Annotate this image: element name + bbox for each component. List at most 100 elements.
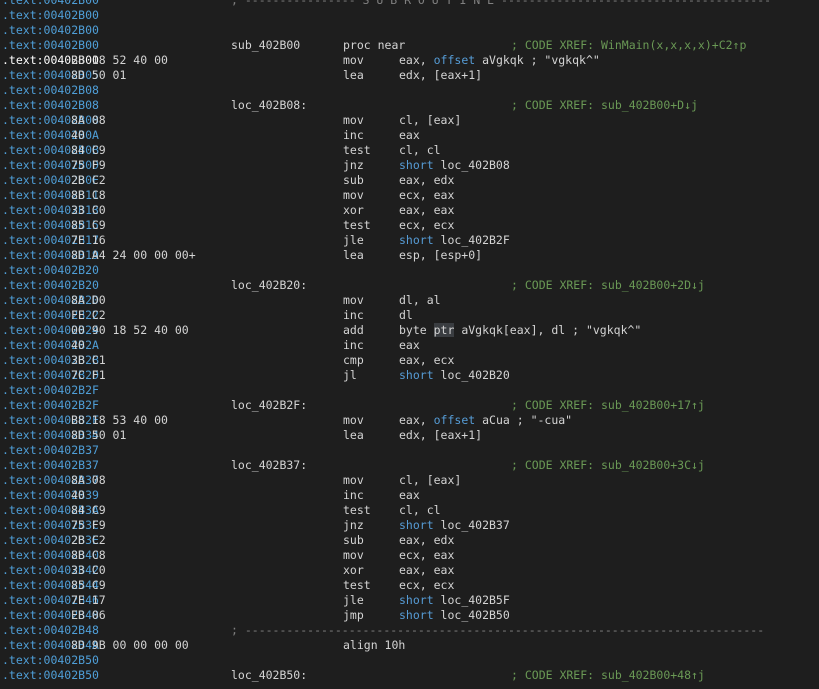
listing-line[interactable]: .text:00402B0D 75 F9 jnz short loc_402B08 (0, 158, 819, 173)
operand-keyword[interactable]: offset (434, 413, 476, 427)
listing-line[interactable]: .text:00402B15 85 C9 test ecx, ecx (0, 218, 819, 233)
listing-line[interactable]: .text:00402B00 (0, 23, 819, 38)
xref-comment[interactable]: ; CODE XREF: sub_402B00+48↑j (511, 668, 705, 683)
operand-token[interactable]: aVgkqk[eax], dl (454, 323, 565, 337)
listing-line[interactable]: .text:00402B48 ; ------------------------… (0, 623, 819, 638)
listing-line[interactable]: .text:00402B00 sub_402B00 proc near ; CODE … (0, 38, 819, 53)
listing-line[interactable]: .text:00402B13 33 C0 xor eax, eax (0, 203, 819, 218)
operand-token[interactable]: ecx, ecx (399, 578, 454, 592)
listing-line[interactable]: .text:00402B24 00 90 18 52 40 00 add byte p… (0, 323, 819, 338)
operand-token[interactable]: cl, cl (399, 143, 441, 157)
listing-line[interactable]: .text:00402B08 (0, 83, 819, 98)
operand-keyword[interactable]: short (399, 608, 434, 622)
operand-keyword[interactable]: short (399, 233, 434, 247)
xref-comment[interactable]: ; CODE XREF: WinMain(x,x,x,x)+C2↑p (511, 38, 746, 53)
operand-token[interactable]: eax, edx (399, 173, 454, 187)
operand-keyword[interactable]: short (399, 368, 434, 382)
operand-keyword[interactable]: short (399, 158, 434, 172)
operand-token[interactable]: eax, edx (399, 533, 454, 547)
address[interactable]: .text:00402B08 (2, 83, 99, 98)
listing-line[interactable]: .text:00402B39 40 inc eax (0, 488, 819, 503)
operand-token[interactable]: loc_402B20 (434, 368, 510, 382)
listing-line[interactable]: .text:00402B40 8B C8 mov ecx, eax (0, 548, 819, 563)
listing-line[interactable]: .text:00402B2F loc_402B2F: ; CODE XREF: su… (0, 398, 819, 413)
operand-token[interactable]: ecx, ecx (399, 218, 454, 232)
listing-line[interactable]: .text:00402B50 loc_402B50: ; CODE XREF: su… (0, 668, 819, 683)
listing-line[interactable]: .text:00402B08 8A 08 mov cl, [eax] (0, 113, 819, 128)
operand-token[interactable]: loc_402B08 (434, 158, 510, 172)
address[interactable]: .text:00402B37 (2, 458, 99, 473)
operand-token[interactable]: esp, [esp+0] (399, 248, 482, 262)
operand-token[interactable]: ecx, eax (399, 548, 454, 562)
listing-line[interactable]: .text:00402B08 loc_402B08: ; CODE XREF: su… (0, 98, 819, 113)
operand-token[interactable]: byte (399, 323, 434, 337)
address[interactable]: .text:00402B20 (2, 263, 99, 278)
operand-token[interactable]: eax (399, 128, 420, 142)
listing-line[interactable]: .text:00402B42 33 C0 xor eax, eax (0, 563, 819, 578)
listing-line[interactable]: .text:00402B3E 2B C2 sub eax, edx (0, 533, 819, 548)
listing-line[interactable]: .text:00402B2F (0, 383, 819, 398)
listing-line[interactable]: .text:00402B48 EB 06 jmp short loc_402B50 (0, 608, 819, 623)
listing-line[interactable]: .text:00402B4A 8D 9B 00 00 00 00 align 10h (0, 638, 819, 653)
address[interactable]: .text:00402B00 (2, 38, 99, 53)
listing-line[interactable]: .text:00402B0F 2B C2 sub eax, edx (0, 173, 819, 188)
address[interactable]: .text:00402B37 (2, 443, 99, 458)
listing-line[interactable]: .text:00402B44 85 C9 test ecx, ecx (0, 578, 819, 593)
operand-token[interactable]: edx, [eax+1] (399, 428, 482, 442)
disassembly-listing[interactable]: .text:00402B00 ; ---------------- S U B R… (0, 0, 819, 689)
listing-line[interactable]: .text:00402B37 loc_402B37: ; CODE XREF: su… (0, 458, 819, 473)
operand-token[interactable]: cl, [eax] (399, 473, 461, 487)
operand-token[interactable]: eax, (399, 53, 434, 67)
operand-token[interactable]: dl, al (399, 293, 441, 307)
listing-line[interactable]: .text:00402B46 7E 17 jle short loc_402B5F (0, 593, 819, 608)
listing-line[interactable]: .text:00402B20 8A D0 mov dl, al (0, 293, 819, 308)
code-label[interactable]: sub_402B00 (231, 38, 300, 53)
operand-token[interactable]: ptr (433, 323, 455, 337)
listing-line[interactable]: .text:00402B2D 7C F1 jl short loc_402B20 (0, 368, 819, 383)
operand-token[interactable]: loc_402B37 (434, 518, 510, 532)
address[interactable]: .text:00402B48 (2, 623, 99, 638)
operand-token[interactable]: loc_402B50 (434, 608, 510, 622)
operand-token[interactable]: aVgkqk (475, 53, 524, 67)
listing-line[interactable]: .text:00402B37 8A 08 mov cl, [eax] (0, 473, 819, 488)
operand-token[interactable]: cl, [eax] (399, 113, 461, 127)
code-label[interactable]: loc_402B20: (231, 278, 307, 293)
string-comment[interactable]: ; "vgkqk^" (565, 323, 641, 337)
address[interactable]: .text:00402B00 (2, 0, 99, 8)
listing-line[interactable]: .text:00402B3A 84 C9 test cl, cl (0, 503, 819, 518)
listing-line[interactable]: .text:00402B20 (0, 263, 819, 278)
listing-line[interactable]: .text:00402B0B 84 C9 test cl, cl (0, 143, 819, 158)
xref-comment[interactable]: ; CODE XREF: sub_402B00+2D↓j (511, 278, 705, 293)
operand-token[interactable]: loc_402B5F (434, 593, 510, 607)
listing-line[interactable]: .text:00402B34 8D 50 01 lea edx, [eax+1] (0, 428, 819, 443)
operand-keyword[interactable]: short (399, 518, 434, 532)
operand-token[interactable]: dl (399, 308, 413, 322)
operand-token[interactable]: edx, [eax+1] (399, 68, 482, 82)
listing-line[interactable]: .text:00402B22 FE C2 inc dl (0, 308, 819, 323)
address[interactable]: .text:00402B20 (2, 278, 99, 293)
address[interactable]: .text:00402B50 (2, 668, 99, 683)
listing-line[interactable]: .text:00402B20 loc_402B20: ; CODE XREF: su… (0, 278, 819, 293)
code-label[interactable]: loc_402B2F: (231, 398, 307, 413)
listing-line[interactable]: .text:00402B50 (0, 653, 819, 668)
listing-line[interactable]: .text:00402B00 (0, 8, 819, 23)
listing-line[interactable]: .text:00402B17 7E 16 jle short loc_402B2F (0, 233, 819, 248)
listing-line[interactable]: .text:00402B00 ; ---------------- S U B R… (0, 0, 819, 8)
address[interactable]: .text:00402B00 (2, 23, 99, 38)
address[interactable]: .text:00402B00 (2, 8, 99, 23)
operand-token[interactable]: aCua (475, 413, 510, 427)
listing-line[interactable]: .text:00402B37 (0, 443, 819, 458)
listing-line[interactable]: .text:00402B0A 40 inc eax (0, 128, 819, 143)
address[interactable]: .text:00402B2F (2, 398, 99, 413)
address[interactable]: .text:00402B50 (2, 653, 99, 668)
code-label[interactable]: loc_402B08: (231, 98, 307, 113)
listing-line[interactable]: .text:00402B00 B8 18 52 40 00 mov eax, offs… (0, 53, 819, 68)
listing-line[interactable]: .text:00402B2A 40 inc eax (0, 338, 819, 353)
operand-token[interactable]: eax (399, 338, 420, 352)
listing-line[interactable]: .text:00402B2B 3B C1 cmp eax, ecx (0, 353, 819, 368)
string-comment[interactable]: ; "vgkqk^" (524, 53, 600, 67)
listing-line[interactable]: .text:00402B19 8D A4 24 00 00 00+ lea esp, … (0, 248, 819, 263)
operand-token[interactable]: eax, ecx (399, 353, 454, 367)
listing-line[interactable]: .text:00402B11 8B C8 mov ecx, eax (0, 188, 819, 203)
xref-comment[interactable]: ; CODE XREF: sub_402B00+D↓j (511, 98, 698, 113)
